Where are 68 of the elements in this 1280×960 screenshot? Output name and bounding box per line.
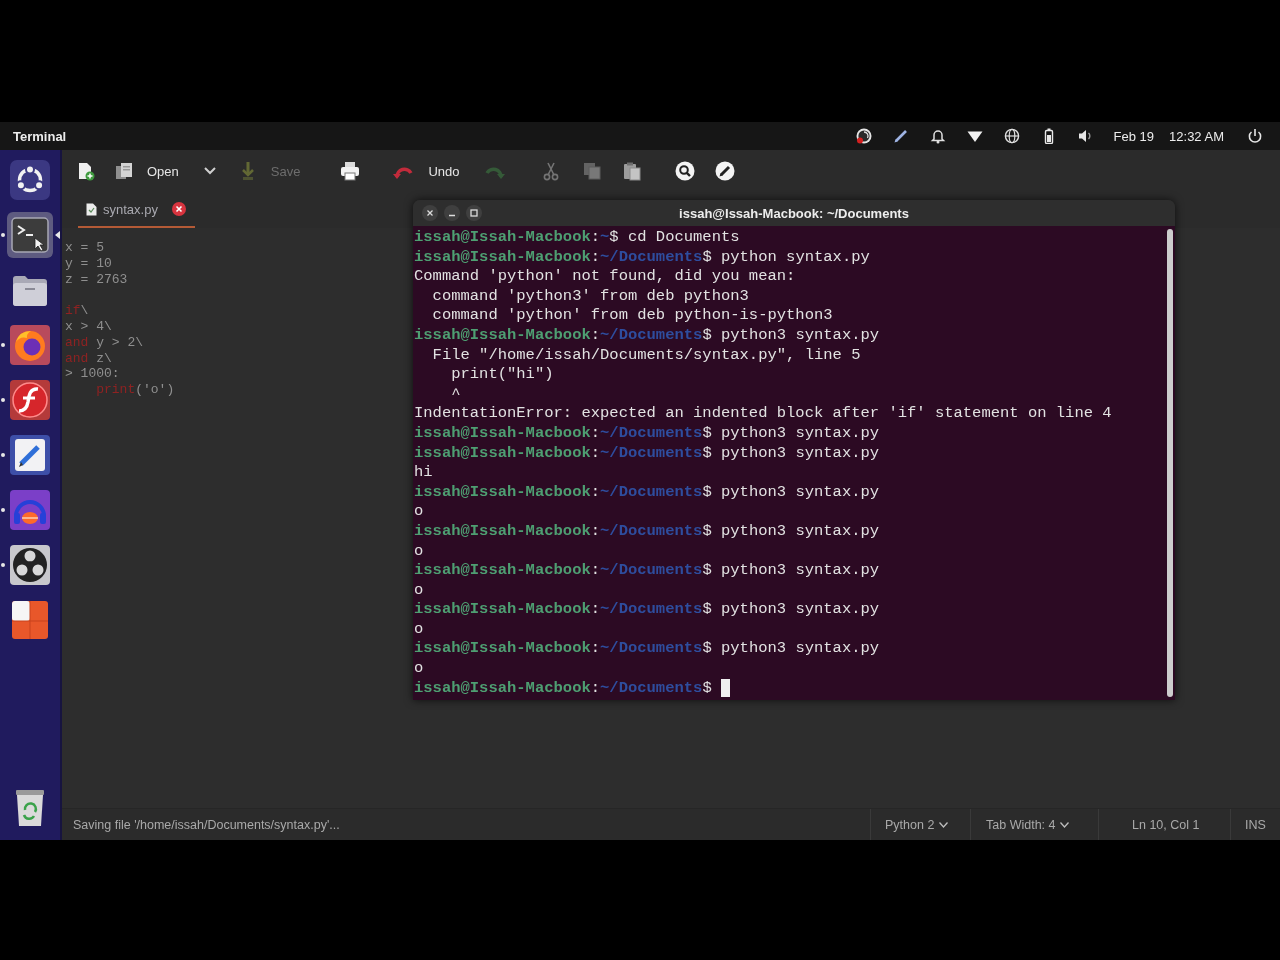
terminal-line: issah@Issah-Macbook:~/Documents$ python3 syntax.py (414, 325, 880, 346)
terminal-line: o (414, 580, 424, 601)
terminal-line: o (414, 659, 424, 679)
insert-mode-label: INS (1245, 817, 1266, 832)
three-circles-logo-icon[interactable] (7, 542, 53, 588)
code-line: and y > 2\ (65, 334, 143, 350)
terminal-line: issah@Issah-Macbook:~$ cd Documents (414, 228, 740, 248)
code-line: print('o') (95, 382, 175, 398)
code-line: and z\ (65, 350, 112, 366)
terminal-line: print("hi") (450, 365, 554, 385)
caret-icon (1060, 821, 1070, 828)
code-line: > 1000: (65, 366, 120, 382)
text-editor-icon[interactable] (7, 432, 53, 478)
terminal-line: issah@Issah-Macbook:~/Documents$ python3 syntax.py (414, 639, 880, 660)
terminal-line: issah@Issah-Macbook:~/Documents$ python3 syntax.py (414, 423, 880, 444)
terminal-line: issah@Issah-Macbook:~/Documents$ python syntax.py (414, 247, 870, 268)
clipboard-icon[interactable] (621, 161, 642, 181)
status-message: Saving file '/home/issah/Documents/syntax.py'... (73, 817, 340, 832)
terminal-line: ^ (450, 384, 461, 405)
headphones-icon[interactable] (7, 487, 53, 533)
close-icon[interactable] (422, 205, 438, 221)
terminal-line: File "/home/issah/Documents/syntax.py", line 5 (431, 345, 861, 366)
pen-icon[interactable] (892, 128, 909, 144)
terminal-line: Command 'python' not found, did you mean: (414, 267, 796, 287)
search-icon[interactable] (674, 161, 695, 181)
open-button[interactable]: Open (114, 161, 179, 181)
scrollbar[interactable] (1167, 229, 1173, 697)
date-label[interactable]: Feb 19 (1113, 128, 1155, 144)
terminal-line: issah@Issah-Macbook:~/Documents$ python3 syntax.py (414, 521, 880, 542)
terminal-line: o (414, 541, 424, 562)
terminal-line: issah@Issah-Macbook:~/Documents$ python3 syntax.py (414, 561, 880, 581)
minimize-icon[interactable] (444, 205, 460, 221)
terminal-icon[interactable] (7, 212, 53, 258)
terminal-line: issah@Issah-Macbook:~/Documents$ python3 syntax.py (414, 600, 880, 620)
terminal-line: hi (414, 463, 433, 483)
text-cursor (720, 679, 730, 698)
tab-width-dropdown[interactable]: Tab Width: 4 (970, 809, 1098, 840)
maximize-icon[interactable] (466, 205, 482, 221)
code-line: if\ (65, 303, 89, 319)
terminal-line: o (414, 502, 424, 522)
terminal-line: issah@Issah-Macbook:~/Documents$ python3 syntax.py (414, 482, 880, 503)
window-title: issah@Issah-Macbook: ~/Documents (679, 205, 909, 221)
code-line: x > 4\ (65, 319, 112, 334)
power-icon[interactable] (1247, 128, 1263, 144)
record-icon[interactable] (855, 128, 872, 144)
caret-icon (939, 821, 949, 828)
pencil-icon[interactable] (714, 161, 735, 181)
undo-button[interactable]: Undo (393, 161, 460, 181)
terminal-line: command 'python3' from deb python3 (431, 286, 749, 307)
bell-icon[interactable] (929, 128, 946, 144)
app-menu-title[interactable]: Terminal (13, 128, 67, 144)
documents-icon (114, 161, 134, 181)
terminal-line: command 'python' from deb python-is-python3 (431, 306, 833, 326)
code-line: y = 10 (65, 255, 112, 271)
terminal-line: issah@Issah-Macbook:~/Documents$ python3 syntax.py (414, 443, 880, 464)
time-label[interactable]: 12:32 AM (1169, 128, 1224, 144)
code-line: x = 5 (65, 240, 104, 255)
close-icon[interactable] (171, 202, 186, 216)
cursor-position: Ln 10, Col 1 (1132, 817, 1200, 832)
flame-globe-icon[interactable] (7, 322, 53, 368)
terminal-line: issah@Issah-Macbook:~/Documents$ (414, 678, 712, 699)
language-dropdown[interactable]: Python 2 (870, 809, 970, 840)
three-dot-ring-icon[interactable] (7, 157, 53, 203)
file-icon (86, 202, 97, 216)
terminal-line: IndentationError: expected an indented block after 'if' statement on line 4 (414, 404, 1112, 424)
terminal-line: o (414, 619, 424, 640)
code-line: z = 2763 (65, 271, 128, 287)
globe-icon[interactable] (1003, 128, 1020, 144)
